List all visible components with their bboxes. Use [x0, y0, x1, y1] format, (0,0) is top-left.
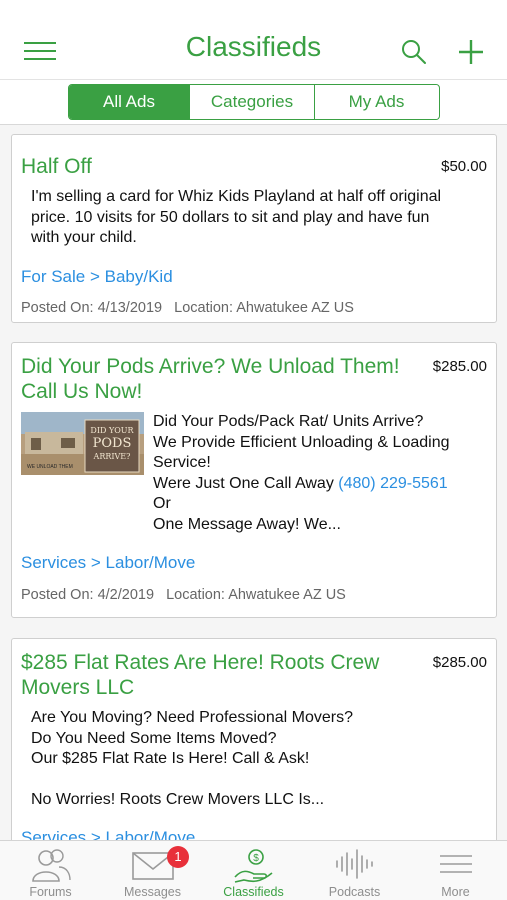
description-line: We Provide Efficient Unloading & Loading: [153, 433, 450, 451]
ad-title-line: Movers LLC: [21, 676, 135, 699]
ad-description: I'm selling a card for Whiz Kids Playlan…: [31, 187, 441, 249]
description-line: [31, 770, 353, 791]
ad-title[interactable]: Did Your Pods Arrive? We Unload Them! Ca…: [21, 354, 400, 404]
ad-price: $50.00: [441, 158, 487, 175]
ad-thumbnail[interactable]: DID YOUR PODS ARRIVE? WE UNLOAD THEM: [21, 412, 144, 475]
ad-title[interactable]: $285 Flat Rates Are Here! Roots Crew Mov…: [21, 650, 379, 700]
image-text-line: PODS: [92, 436, 132, 451]
ad-title-line: Call Us Now!: [21, 380, 143, 403]
ad-meta: Posted On: 4/2/2019 Location: Ahwatukee …: [21, 587, 346, 603]
plus-icon[interactable]: [456, 37, 486, 67]
ad-category-link[interactable]: Services > Labor/Move: [21, 828, 195, 840]
tab-classifieds[interactable]: $ Classifieds: [203, 841, 304, 900]
unread-badge: 1: [167, 846, 189, 868]
tab-label: Messages: [124, 885, 181, 899]
description-line: Do You Need Some Items Moved?: [31, 729, 277, 747]
tab-label: Classifieds: [223, 885, 284, 899]
segment-categories[interactable]: Categories: [190, 85, 315, 119]
segment-all-ads[interactable]: All Ads: [69, 85, 190, 119]
description-line: Were Just One Call Away (480) 229-5561: [153, 474, 449, 495]
description-line: Our $285 Flat Rate Is Here! Call & Ask!: [31, 750, 310, 767]
search-icon[interactable]: [400, 38, 428, 66]
description-line: Service!: [153, 454, 211, 471]
tab-messages[interactable]: Messages: [102, 841, 203, 900]
phone-link[interactable]: (480) 229-5561: [338, 475, 447, 492]
ad-category-link[interactable]: For Sale > Baby/Kid: [21, 267, 173, 287]
ad-category-link[interactable]: Services > Labor/Move: [21, 553, 195, 573]
ad-location: Location: Ahwatukee AZ US: [166, 587, 346, 603]
ad-card-pods[interactable]: Did Your Pods Arrive? We Unload Them! Ca…: [11, 342, 497, 618]
image-text-line: ARRIVE?: [93, 452, 131, 461]
ad-description: Are You Moving? Need Professional Movers…: [31, 708, 353, 811]
description-line: Did Your Pods/Pack Rat/ Units Arrive?: [153, 413, 424, 430]
ad-price: $285.00: [432, 654, 487, 671]
tab-more[interactable]: More: [405, 841, 506, 900]
people-icon: [31, 849, 71, 882]
ad-description: Did Your Pods/Pack Rat/ Units Arrive? We…: [153, 412, 449, 535]
ad-card-flat-rates[interactable]: $285 Flat Rates Are Here! Roots Crew Mov…: [11, 638, 497, 840]
ads-feed[interactable]: Half Off $50.00 I'm selling a card for W…: [0, 125, 507, 840]
ad-title-line: Did Your Pods Arrive? We Unload Them!: [21, 355, 400, 378]
segment-my-ads[interactable]: My Ads: [315, 85, 438, 119]
hand-coin-icon: $: [233, 849, 273, 883]
description-line: One Message Away! We...: [153, 515, 341, 533]
ad-price: $285.00: [432, 358, 487, 375]
ad-card-half-off[interactable]: Half Off $50.00 I'm selling a card for W…: [11, 134, 497, 323]
ad-image-text: DID YOUR PODS ARRIVE?: [85, 424, 139, 463]
image-caption: WE UNLOAD THEM: [27, 464, 73, 470]
tab-label: More: [441, 885, 470, 899]
ad-title-line: $285 Flat Rates Are Here! Roots Crew: [21, 651, 380, 674]
posted-date: Posted On: 4/2/2019: [21, 587, 155, 603]
ad-meta: Posted On: 4/13/2019 Location: Ahwatukee…: [21, 300, 354, 316]
description-line: with your child.: [31, 229, 137, 246]
ads-filter-segmented-control: All Ads Categories My Ads: [68, 84, 440, 120]
tab-forums[interactable]: Forums: [0, 841, 101, 900]
description-line: No Worries! Roots Crew Movers LLC Is...: [31, 791, 325, 808]
top-navigation-bar: Classifieds: [0, 0, 507, 80]
description-line: price. 10 visits for 50 dollars to sit a…: [31, 208, 430, 226]
description-line: Or: [153, 495, 171, 512]
description-text: Were Just One Call Away: [153, 474, 334, 492]
posted-date: Posted On: 4/13/2019: [21, 300, 163, 316]
description-line: Are You Moving? Need Professional Movers…: [31, 709, 353, 726]
ad-title[interactable]: Half Off: [21, 154, 92, 179]
ad-location: Location: Ahwatukee AZ US: [174, 300, 354, 316]
waveform-icon: [335, 849, 373, 879]
tab-label: Podcasts: [328, 885, 381, 899]
svg-text:$: $: [253, 853, 259, 864]
page-title: Classifieds: [185, 31, 322, 62]
menu-lines-icon: [439, 855, 472, 873]
tab-podcasts[interactable]: Podcasts: [304, 841, 405, 900]
tab-label: Forums: [29, 885, 72, 899]
description-line: I'm selling a card for Whiz Kids Playlan…: [31, 188, 442, 205]
bottom-tab-bar: Forums Messages 1 $ Classifieds Podcasts…: [0, 840, 507, 900]
